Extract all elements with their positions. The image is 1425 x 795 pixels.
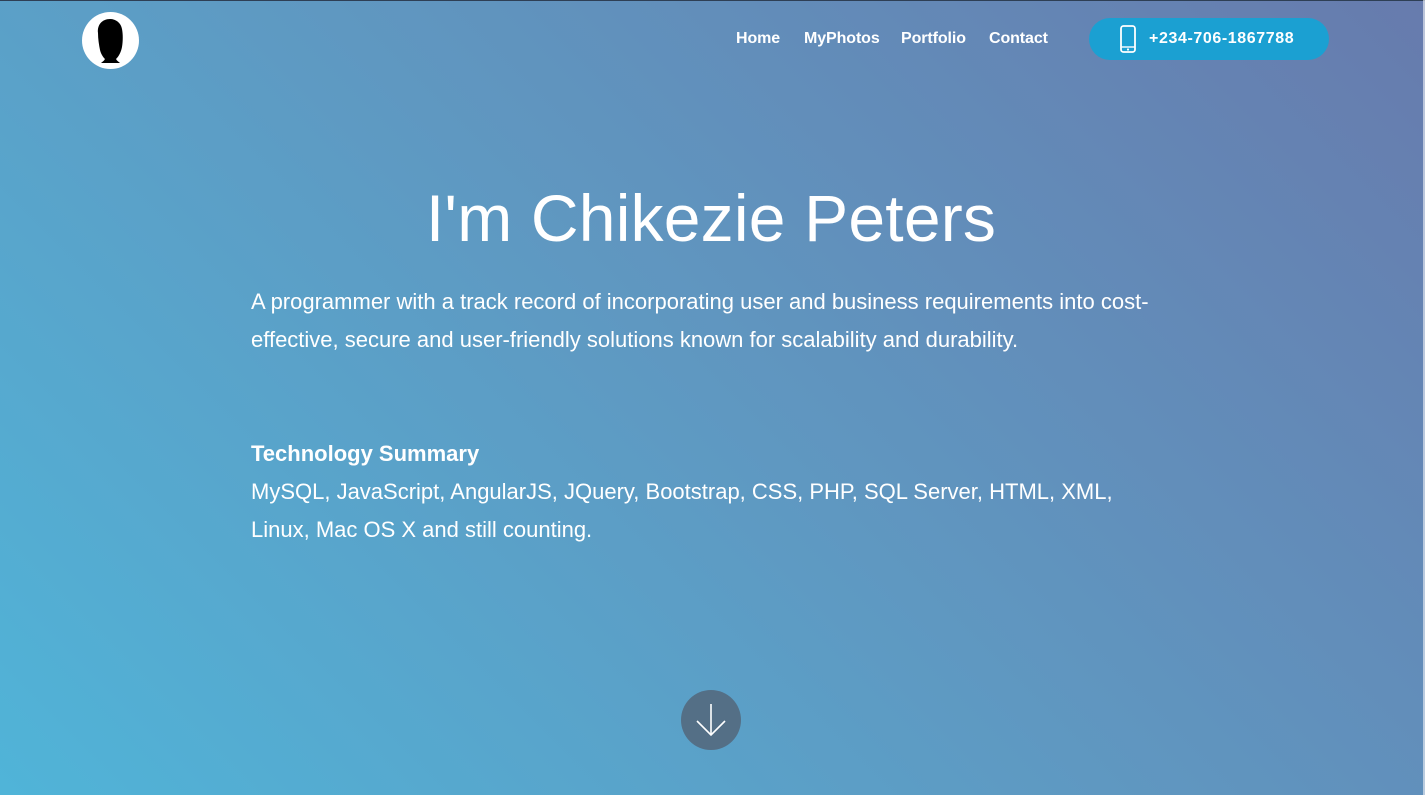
nav-link-contact[interactable]: Contact [989,30,1059,48]
tech-summary-heading: Technology Summary [251,441,480,466]
main-nav: Home MyPhotos Portfolio Contact [736,30,1059,48]
page: Home MyPhotos Portfolio Contact +234-706… [0,0,1425,795]
logo-avatar[interactable] [82,12,139,69]
top-border [0,0,1425,1]
phone-button[interactable]: +234-706-1867788 [1089,18,1329,60]
nav-link-myphotos[interactable]: MyPhotos [804,30,901,48]
hero-title: I'm Chikezie Peters [425,181,997,255]
silhouette-icon [97,19,123,63]
phone-number: +234-706-1867788 [1149,30,1295,47]
mobile-phone-icon [1120,25,1136,53]
intro-paragraph: A programmer with a track record of inco… [251,289,1149,352]
nav-link-home[interactable]: Home [736,30,804,48]
arrow-down-icon [696,704,726,737]
tech-summary-list: MySQL, JavaScript, AngularJS, JQuery, Bo… [251,479,1113,542]
scroll-down-button[interactable] [681,690,741,750]
nav-link-portfolio[interactable]: Portfolio [901,30,989,48]
